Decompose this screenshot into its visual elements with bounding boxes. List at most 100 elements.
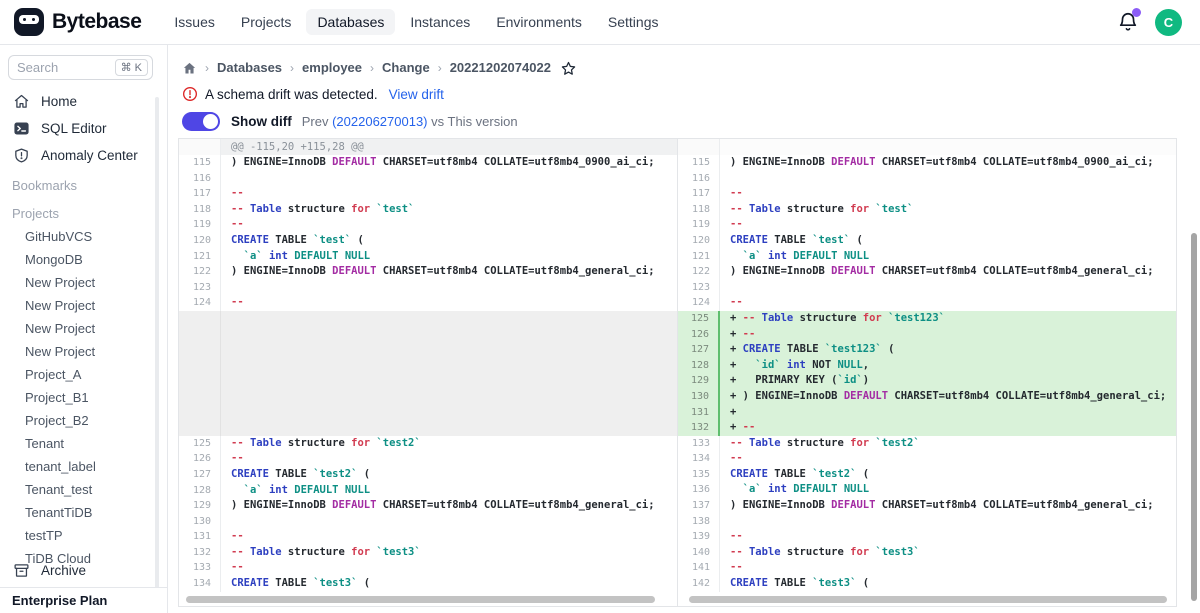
sidebar-item-home[interactable]: Home (0, 88, 167, 115)
sidebar-project-tenant[interactable]: Tenant (0, 432, 167, 455)
nav-item-projects[interactable]: Projects (230, 9, 303, 35)
page-vertical-scrollbar[interactable] (1191, 233, 1197, 601)
sidebar-project-new-project[interactable]: New Project (0, 317, 167, 340)
diff-line-code: ) ENGINE=InnoDB DEFAULT CHARSET=utf8mb4 … (221, 498, 677, 514)
diff-line-number: 121 (179, 249, 221, 265)
diff-line-number: 134 (678, 451, 720, 467)
nav-item-instances[interactable]: Instances (399, 9, 481, 35)
star-icon[interactable] (560, 60, 577, 77)
sidebar-project-mongodb[interactable]: MongoDB (0, 248, 167, 271)
notifications-button[interactable] (1117, 11, 1139, 33)
breadcrumb-item-employee[interactable]: employee (302, 60, 362, 75)
search-box[interactable]: ⌘ K (8, 55, 153, 80)
archive-label: Archive (41, 563, 86, 578)
diff-line-number: 119 (179, 217, 221, 233)
diff-line-code: CREATE TABLE `test3` ( (221, 576, 677, 592)
search-input[interactable] (17, 60, 115, 75)
diff-line-number: 123 (678, 280, 720, 296)
top-navbar: Bytebase IssuesProjectsDatabasesInstance… (0, 0, 1200, 45)
sidebar-project-project-a[interactable]: Project_A (0, 363, 167, 386)
diff-line-number: 118 (179, 202, 221, 218)
diff-row: 127CREATE TABLE `test2` ( (179, 467, 677, 483)
sidebar-project-new-project[interactable]: New Project (0, 294, 167, 317)
diff-line-number: 124 (179, 295, 221, 311)
nav-item-issues[interactable]: Issues (163, 9, 225, 35)
view-drift-link[interactable]: View drift (389, 87, 444, 102)
sidebar-project-project-b2[interactable]: Project_B2 (0, 409, 167, 432)
nav-item-settings[interactable]: Settings (597, 9, 670, 35)
diff-row: 125-- Table structure for `test2` (179, 436, 677, 452)
show-diff-toggle[interactable] (182, 112, 220, 131)
prev-version-link[interactable]: (202206270013) (332, 114, 427, 129)
nav-item-databases[interactable]: Databases (306, 9, 395, 35)
diff-line-code: ) ENGINE=InnoDB DEFAULT CHARSET=utf8mb4 … (720, 498, 1176, 514)
diff-line-code (221, 171, 677, 187)
diff-rows-left: 115) ENGINE=InnoDB DEFAULT CHARSET=utf8m… (179, 155, 677, 592)
diff-row: 119-- (179, 217, 677, 233)
diff-row: 131-- (179, 529, 677, 545)
diff-line-number: 122 (678, 264, 720, 280)
diff-row: 131+ (678, 405, 1176, 421)
diff-line-code: ) ENGINE=InnoDB DEFAULT CHARSET=utf8mb4 … (720, 155, 1176, 171)
diff-row: 120CREATE TABLE `test` ( (179, 233, 677, 249)
avatar[interactable]: C (1155, 9, 1182, 36)
diff-row: 130+ ) ENGINE=InnoDB DEFAULT CHARSET=utf… (678, 389, 1176, 405)
diff-row: 118-- Table structure for `test` (179, 202, 677, 218)
diff-rows-right: 115) ENGINE=InnoDB DEFAULT CHARSET=utf8m… (678, 155, 1176, 592)
sidebar-project-githubvcs[interactable]: GitHubVCS (0, 225, 167, 248)
sidebar-sections: BookmarksProjectsGitHubVCSMongoDBNew Pro… (0, 169, 167, 570)
breadcrumb-item-databases[interactable]: Databases (217, 60, 282, 75)
diff-line-number: 129 (179, 498, 221, 514)
breadcrumb-items: ›Databases›employee›Change›2022120207402… (197, 59, 551, 77)
sidebar-item-anomaly-center[interactable]: Anomaly Center (0, 142, 167, 169)
diff-right-hscrollbar[interactable] (689, 596, 1167, 603)
diff-line-code: + -- Table structure for `test123` (720, 311, 1176, 327)
diff-row: 141-- (678, 560, 1176, 576)
bytebase-logo[interactable]: Bytebase (14, 8, 141, 36)
diff-line-code (720, 280, 1176, 296)
breadcrumb-item-20221202074022[interactable]: 20221202074022 (450, 60, 551, 75)
diff-line-number: 142 (678, 576, 720, 592)
nav-item-environments[interactable]: Environments (485, 9, 593, 35)
sidebar-scrollbar[interactable] (155, 97, 159, 600)
diff-line-number: 133 (179, 560, 221, 576)
diff-line-number: 133 (678, 436, 720, 452)
breadcrumb-home-icon[interactable] (182, 61, 197, 76)
diff-row: 136 `a` int DEFAULT NULL (678, 482, 1176, 498)
diff-line-code: -- Table structure for `test` (221, 202, 677, 218)
sidebar-project-tenanttidb[interactable]: TenantTiDB (0, 501, 167, 524)
sidebar-project-new-project[interactable]: New Project (0, 271, 167, 294)
diff-line-number: 126 (678, 327, 720, 343)
diff-line-code: + -- (720, 327, 1176, 343)
diff-line-number: 122 (179, 264, 221, 280)
sidebar-item-sql-editor[interactable]: SQL Editor (0, 115, 167, 142)
diff-row: 132+ -- (678, 420, 1176, 436)
sidebar-nav: Home SQL Editor Anomaly Center (0, 88, 167, 169)
diff-line-number: 124 (678, 295, 720, 311)
alert-text: A schema drift was detected. (205, 87, 378, 102)
diff-line-code: ) ENGINE=InnoDB DEFAULT CHARSET=utf8mb4 … (221, 264, 677, 280)
sidebar-project-new-project[interactable]: New Project (0, 340, 167, 363)
sidebar-item-label: Home (41, 94, 77, 109)
breadcrumb-item-change[interactable]: Change (382, 60, 430, 75)
sidebar-project-project-b1[interactable]: Project_B1 (0, 386, 167, 409)
diff-line-number: 139 (678, 529, 720, 545)
sidebar-project-tenant-label[interactable]: tenant_label (0, 455, 167, 478)
diff-line-code: + (720, 405, 1176, 421)
diff-line-code: + `id` int NOT NULL, (720, 358, 1176, 374)
diff-panel: @@ -115,20 +115,28 @@ 115) ENGINE=InnoDB… (178, 138, 1177, 607)
diff-row: 124-- (179, 295, 677, 311)
diff-left-hscrollbar[interactable] (186, 596, 655, 603)
diff-compare-text: Prev (202206270013) vs This version (302, 114, 518, 129)
sidebar-project-tenant-test[interactable]: Tenant_test (0, 478, 167, 501)
diff-line-number: 128 (678, 358, 720, 374)
sidebar-item-label: Anomaly Center (41, 148, 138, 163)
diff-line-number: 116 (179, 171, 221, 187)
diff-row: 133-- Table structure for `test2` (678, 436, 1176, 452)
diff-row: 122) ENGINE=InnoDB DEFAULT CHARSET=utf8m… (179, 264, 677, 280)
diff-row: 125+ -- Table structure for `test123` (678, 311, 1176, 327)
sidebar-item-archive[interactable]: Archive (0, 562, 167, 579)
sidebar-project-testtp[interactable]: testTP (0, 524, 167, 547)
diff-line-number: 131 (179, 529, 221, 545)
diff-line-number: 126 (179, 451, 221, 467)
